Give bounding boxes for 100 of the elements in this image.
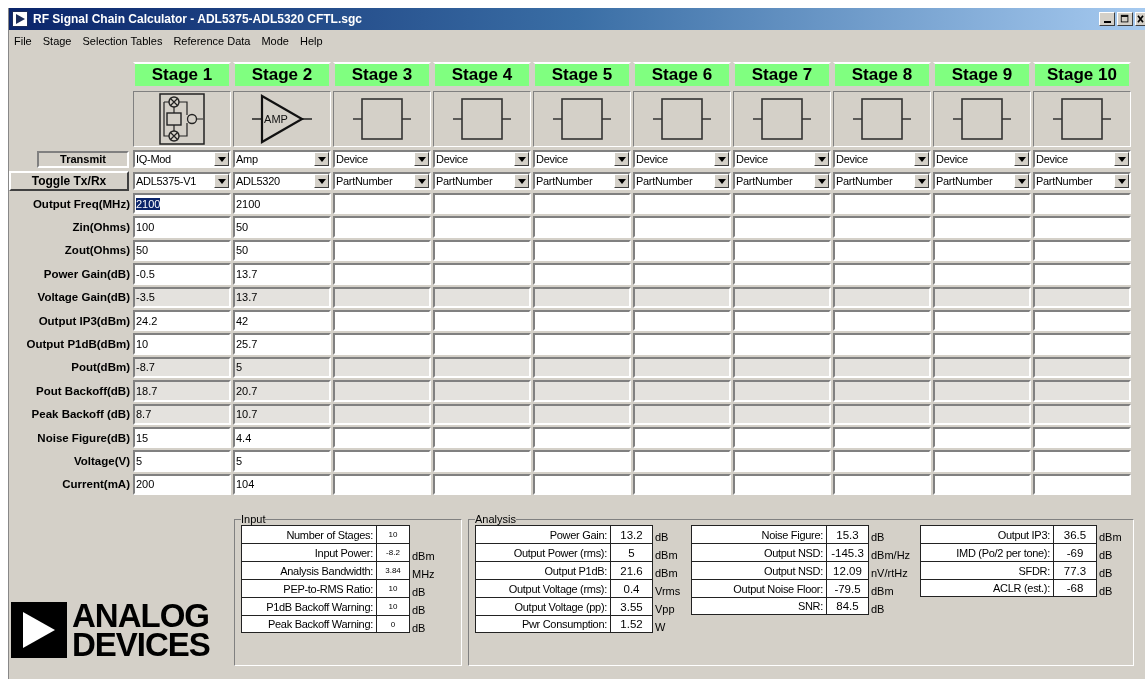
value-field[interactable] — [533, 333, 631, 355]
value-field[interactable] — [733, 380, 831, 402]
value-field[interactable] — [633, 286, 731, 308]
value-field[interactable] — [533, 473, 631, 496]
value-field[interactable] — [533, 216, 631, 238]
value-field[interactable] — [333, 216, 431, 238]
value-field[interactable] — [533, 286, 631, 308]
type-dropdown[interactable]: Device — [533, 150, 631, 168]
value-field[interactable] — [633, 216, 731, 238]
value-field[interactable] — [933, 193, 1031, 215]
value-field[interactable] — [1033, 380, 1131, 402]
part-dropdown[interactable]: ADL5375-V1 — [133, 172, 231, 190]
value-field[interactable] — [733, 356, 831, 379]
value-field[interactable] — [933, 333, 1031, 355]
part-dropdown[interactable]: PartNumber — [633, 172, 731, 190]
menu-item[interactable]: Stage — [42, 35, 72, 47]
value-field[interactable]: 2100 — [133, 193, 231, 215]
menu-item[interactable]: Selection Tables — [82, 35, 163, 47]
menu-item[interactable]: Mode — [261, 35, 289, 47]
value-field[interactable] — [533, 356, 631, 379]
value-field[interactable] — [533, 380, 631, 402]
value-field[interactable] — [833, 356, 931, 379]
value-field[interactable] — [333, 239, 431, 262]
part-dropdown[interactable]: ADL5320 — [233, 172, 331, 190]
maximize-button[interactable] — [1117, 12, 1133, 26]
value-field[interactable]: 10 — [133, 333, 231, 355]
value-field[interactable] — [733, 333, 831, 355]
value-field[interactable] — [433, 216, 531, 238]
value-field[interactable] — [633, 263, 731, 285]
type-dropdown[interactable]: IQ-Mod — [133, 150, 231, 168]
value-field[interactable]: 42 — [233, 309, 331, 332]
value-field[interactable] — [933, 356, 1031, 379]
value-field[interactable] — [633, 403, 731, 425]
menu-item[interactable]: Help — [299, 35, 323, 47]
value-field[interactable] — [733, 450, 831, 472]
value-field[interactable] — [333, 356, 431, 379]
value-field[interactable] — [333, 380, 431, 402]
value-field[interactable]: 5 — [133, 450, 231, 472]
value-field[interactable] — [1033, 193, 1131, 215]
value-field[interactable]: 24.2 — [133, 309, 231, 332]
value-field[interactable] — [333, 286, 431, 308]
value-field[interactable] — [533, 450, 631, 472]
value-field[interactable]: 4.4 — [233, 426, 331, 449]
value-field[interactable] — [433, 426, 531, 449]
value-field[interactable] — [333, 450, 431, 472]
value-field[interactable] — [433, 239, 531, 262]
value-field[interactable] — [533, 239, 631, 262]
value-field[interactable] — [333, 309, 431, 332]
value-field[interactable] — [833, 193, 931, 215]
value-field[interactable] — [1033, 356, 1131, 379]
value-field[interactable]: 50 — [133, 239, 231, 262]
value-field[interactable] — [733, 426, 831, 449]
value-field[interactable] — [333, 263, 431, 285]
value-field[interactable] — [933, 426, 1031, 449]
value-field[interactable] — [633, 473, 731, 496]
value-field[interactable] — [733, 193, 831, 215]
menu-item[interactable]: Reference Data — [173, 35, 251, 47]
value-field[interactable] — [533, 193, 631, 215]
value-field[interactable] — [833, 380, 931, 402]
close-button[interactable] — [1135, 12, 1145, 26]
value-field[interactable] — [833, 403, 931, 425]
value-field[interactable] — [833, 426, 931, 449]
value-field[interactable]: 10.7 — [233, 403, 331, 425]
value-field[interactable] — [333, 193, 431, 215]
value-field[interactable] — [433, 403, 531, 425]
value-field[interactable]: 50 — [233, 239, 331, 262]
value-field[interactable] — [933, 239, 1031, 262]
value-field[interactable] — [433, 193, 531, 215]
value-field[interactable] — [333, 333, 431, 355]
value-field[interactable] — [933, 309, 1031, 332]
value-field[interactable] — [833, 239, 931, 262]
value-field[interactable] — [833, 263, 931, 285]
value-field[interactable] — [933, 380, 1031, 402]
value-field[interactable] — [733, 239, 831, 262]
value-field[interactable]: 104 — [233, 473, 331, 496]
value-field[interactable] — [633, 193, 731, 215]
part-dropdown[interactable]: PartNumber — [733, 172, 831, 190]
value-field[interactable] — [633, 426, 731, 449]
value-field[interactable] — [933, 450, 1031, 472]
value-field[interactable]: 100 — [133, 216, 231, 238]
value-field[interactable] — [533, 403, 631, 425]
value-field[interactable] — [833, 309, 931, 332]
toggle-button[interactable]: Toggle Tx/Rx — [9, 171, 129, 191]
value-field[interactable] — [533, 426, 631, 449]
value-field[interactable]: 50 — [233, 216, 331, 238]
value-field[interactable] — [833, 286, 931, 308]
value-field[interactable] — [1033, 263, 1131, 285]
part-dropdown[interactable]: PartNumber — [833, 172, 931, 190]
value-field[interactable]: 13.7 — [233, 263, 331, 285]
part-dropdown[interactable]: PartNumber — [533, 172, 631, 190]
value-field[interactable] — [833, 450, 931, 472]
value-field[interactable]: 18.7 — [133, 380, 231, 402]
value-field[interactable] — [333, 473, 431, 496]
value-field[interactable] — [733, 403, 831, 425]
menu-item[interactable]: File — [14, 35, 32, 47]
value-field[interactable] — [933, 473, 1031, 496]
value-field[interactable] — [1033, 450, 1131, 472]
type-dropdown[interactable]: Device — [833, 150, 931, 168]
type-dropdown[interactable]: Device — [633, 150, 731, 168]
value-field[interactable] — [633, 380, 731, 402]
